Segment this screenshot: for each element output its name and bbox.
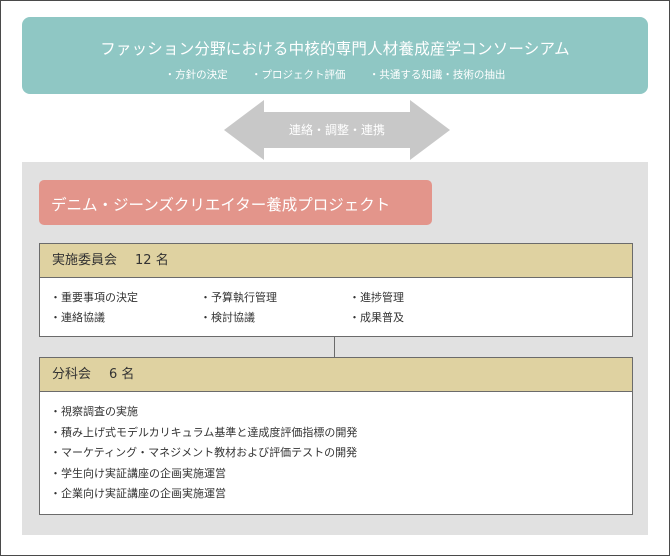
executive-committee-item: ・連絡協議 — [50, 311, 105, 324]
executive-committee-name: 実施委員会 — [52, 253, 118, 268]
project-title-box: デニム・ジーンズクリエイター養成プロジェクト — [39, 180, 432, 225]
consortium-points: ・方針の決定 ・プロジェクト評価 ・共通する知識・技術の抽出 — [22, 67, 648, 82]
executive-committee-items: ・重要事項の決定 ・予算執行管理 ・進捗管理 ・連絡協議 ・検討協議 ・成果普及 — [40, 278, 632, 336]
consortium-point: ・共通する知識・技術の抽出 — [368, 69, 506, 81]
subcommittee-count: 6 名 — [109, 367, 135, 382]
project-title: デニム・ジーンズクリエイター養成プロジェクト — [51, 196, 391, 214]
executive-committee-count: 12 名 — [135, 253, 169, 268]
executive-committee-item: ・成果普及 — [349, 311, 404, 324]
subcommittee-item: ・マーケティング・マネジメント教材および評価テストの開発 — [50, 446, 358, 459]
consortium-box: ファッション分野における中核的専門人材養成産学コンソーシアム ・方針の決定 ・プ… — [22, 17, 648, 94]
consortium-point: ・方針の決定 — [164, 69, 228, 81]
executive-committee-box: 実施委員会 12 名 ・重要事項の決定 ・予算執行管理 ・進捗管理 ・連絡協議 ・… — [39, 243, 633, 337]
connector-line — [334, 337, 335, 357]
subcommittee-item: ・積み上げ式モデルカリキュラム基準と達成度評価指標の開発 — [50, 425, 358, 439]
executive-committee-header: 実施委員会 12 名 — [40, 244, 632, 278]
subcommittee-item: ・企業向け実証講座の企画実施運営 — [50, 487, 226, 500]
diagram-frame: ファッション分野における中核的専門人材養成産学コンソーシアム ・方針の決定 ・プ… — [0, 0, 670, 556]
consortium-point: ・プロジェクト評価 — [251, 69, 346, 81]
subcommittee-box: 分科会 6 名 ・視察調査の実施 ・積み上げ式モデルカリキュラム基準と達成度評価指… — [39, 357, 633, 515]
consortium-title: ファッション分野における中核的専門人材養成産学コンソーシアム — [100, 40, 570, 58]
executive-committee-item: ・予算執行管理 — [200, 291, 277, 304]
arrow-label: 連絡・調整・連携 — [288, 123, 385, 137]
executive-committee-item: ・検討協議 — [200, 311, 255, 324]
subcommittee-item: ・視察調査の実施 — [50, 405, 138, 418]
executive-committee-item: ・重要事項の決定 — [50, 291, 138, 304]
subcommittee-header: 分科会 6 名 — [40, 358, 632, 392]
subcommittee-items: ・視察調査の実施 ・積み上げ式モデルカリキュラム基準と達成度評価指標の開発 ・マ… — [40, 392, 632, 505]
subcommittee-item: ・学生向け実証講座の企画実施運営 — [50, 466, 226, 480]
subcommittee-name: 分科会 — [52, 367, 92, 382]
executive-committee-item: ・進捗管理 — [349, 291, 404, 304]
